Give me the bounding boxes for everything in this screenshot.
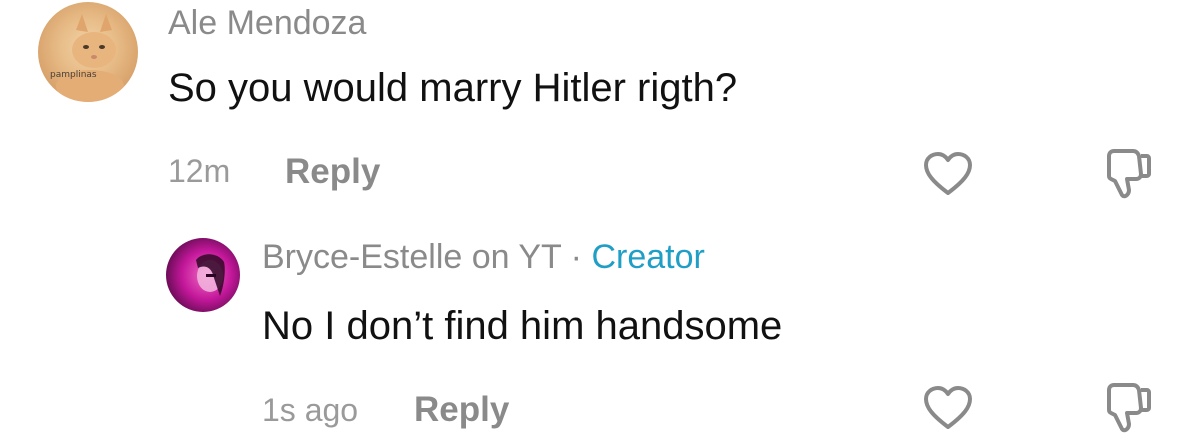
comment-text: No I don’t find him handsome: [262, 304, 783, 348]
thumbs-down-outline-icon: [1107, 383, 1151, 433]
cat-avatar-image: [56, 14, 124, 102]
comment-timestamp: 12m: [168, 153, 231, 189]
like-button[interactable]: [918, 144, 978, 204]
dislike-button[interactable]: [1098, 378, 1158, 438]
creator-avatar-image: [196, 254, 225, 296]
creator-badge: Creator: [591, 238, 705, 276]
heart-outline-icon: [924, 152, 972, 195]
comment-ale-mendoza: pamplinas Ale Mendoza So you would marry…: [0, 0, 1200, 220]
reply-button[interactable]: Reply: [285, 152, 380, 192]
username[interactable]: Ale Mendoza: [168, 4, 366, 43]
thumbs-down-outline-icon: [1107, 149, 1151, 199]
creator-username-row: Bryce-Estelle on YT · Creator: [262, 238, 705, 277]
avatar-caption: pamplinas: [50, 70, 97, 80]
dislike-button[interactable]: [1098, 144, 1158, 204]
comment-timestamp: 1s ago: [262, 392, 359, 428]
username[interactable]: Bryce-Estelle on YT: [262, 238, 561, 276]
avatar[interactable]: [166, 238, 240, 312]
heart-outline-icon: [924, 386, 972, 429]
separator-dot: ·: [570, 238, 582, 276]
comment-text: So you would marry Hitler rigth?: [168, 66, 738, 110]
reply-button[interactable]: Reply: [414, 390, 509, 430]
avatar[interactable]: pamplinas: [38, 2, 138, 102]
like-button[interactable]: [918, 378, 978, 438]
comment-bryce-estelle: Bryce-Estelle on YT · Creator No I don’t…: [0, 220, 1200, 440]
